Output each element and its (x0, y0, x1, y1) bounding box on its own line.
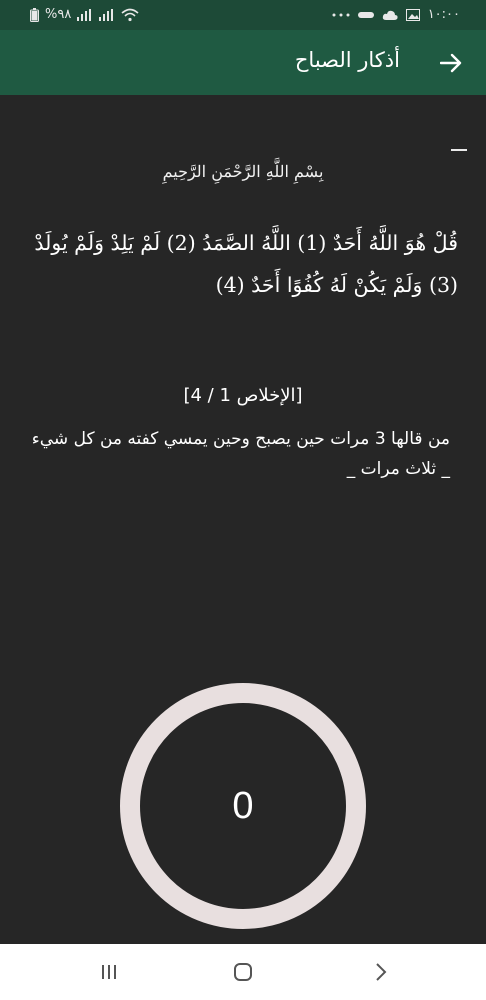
basmala-text: بِسْمِ اللَّهِ الرَّحْمَنِ الرَّحِيمِ (162, 162, 324, 181)
counter-value: 0 (232, 784, 254, 827)
status-right: ١٠:٠٠ (332, 7, 460, 22)
tasbeeh-counter-button[interactable]: 0 (120, 683, 366, 929)
recent-apps-icon (102, 965, 116, 979)
cloud-icon (382, 9, 398, 21)
minimize-dash[interactable] (451, 149, 467, 151)
arrow-right-icon (440, 53, 462, 73)
gallery-icon (405, 8, 420, 21)
battery-icon (30, 7, 39, 22)
verse-reference: [الإخلاص 1 / 4] (183, 385, 303, 406)
system-nav-bar (0, 944, 486, 1000)
notification-icon (357, 9, 374, 21)
status-time: ١٠:٠٠ (427, 7, 460, 22)
signal-icon (77, 8, 93, 21)
recent-apps-button[interactable] (94, 958, 124, 986)
battery-percent: %٩٨ (45, 7, 72, 22)
back-chevron-icon (376, 963, 387, 981)
home-button[interactable] (228, 958, 258, 986)
signal-icon (99, 8, 115, 21)
page-title: أذكار الصباح (294, 48, 400, 72)
status-left: %٩٨ (30, 7, 139, 22)
wifi-icon (121, 8, 139, 22)
status-bar: %٩٨ ١٠:٠٠ (0, 0, 486, 30)
more-dots-icon (332, 12, 350, 18)
system-back-button[interactable] (366, 958, 396, 986)
verse-text: قُلْ هُوَ اللَّهُ أَحَدٌ (1) اللَّهُ الص… (34, 231, 458, 297)
back-button[interactable] (436, 48, 466, 78)
home-icon (234, 963, 252, 981)
benefit-text: من قالها 3 مرات حين يصبح وحين يمسي كفته … (31, 429, 450, 479)
app-bar: أذكار الصباح (0, 30, 486, 95)
